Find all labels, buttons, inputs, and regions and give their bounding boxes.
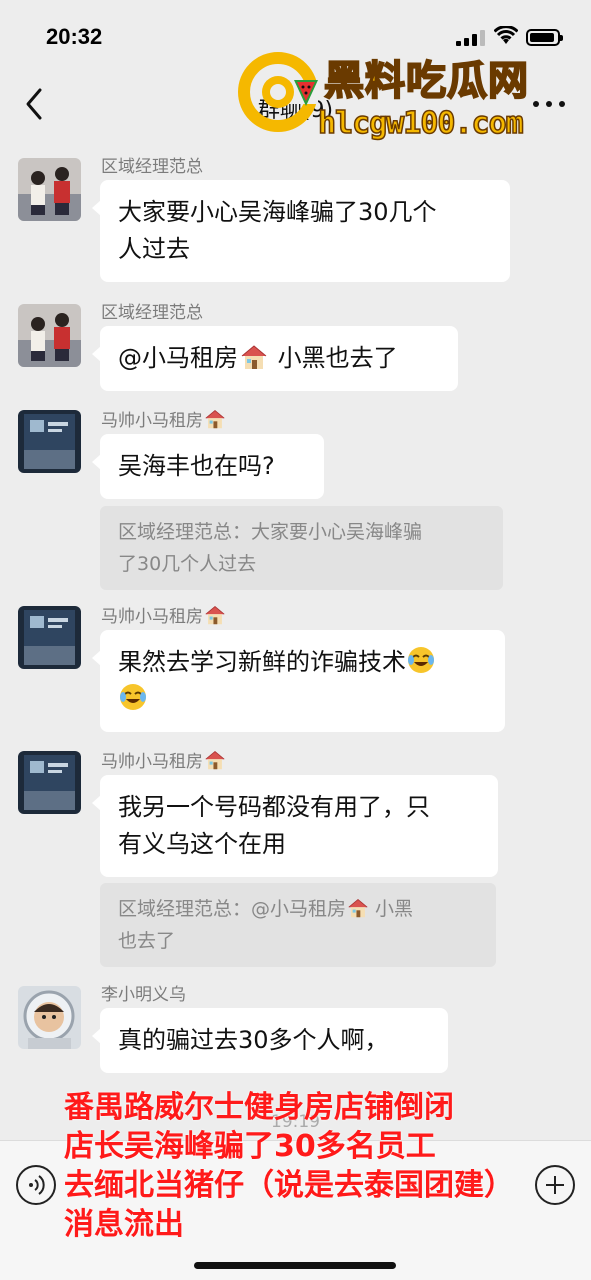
message-bubble[interactable]: 吴海丰也在吗? [92, 434, 324, 499]
quote-text-line: 也去了 [118, 930, 176, 952]
quote-text: 小黑 [369, 898, 414, 920]
sender-name: 马帅小马租房 [101, 406, 226, 431]
message-bubble[interactable]: 真的骗过去30多个人啊， [92, 1008, 448, 1073]
wifi-icon [493, 25, 519, 46]
quote-text-line: 了30几个人过去 [118, 553, 257, 575]
watermark-logo [236, 50, 320, 134]
quote-text-line: 区域经理范总：大家要小心吴海峰骗 [118, 521, 423, 543]
caption-line: 去缅北当猪仔（说是去泰国团建） [64, 1168, 514, 1203]
avatar[interactable] [18, 410, 81, 473]
message-text-line: 人过去 [118, 235, 190, 263]
quoted-message[interactable]: 区域经理范总：大家要小心吴海峰骗 了30几个人过去 [100, 506, 503, 590]
mention-text: @小马租房 [118, 344, 238, 372]
avatar[interactable] [18, 751, 81, 814]
message-text-line: 我另一个号码都没有用了，只 [118, 793, 430, 821]
quoted-message[interactable]: 区域经理范总：@小马租房 小黑 也去了 [100, 883, 496, 967]
sender-name: 区域经理范总 [101, 303, 203, 323]
quote-text: 区域经理范总：@小马租房 [118, 898, 347, 920]
avatar[interactable] [18, 986, 81, 1049]
crying-laughing-emoji [406, 645, 436, 675]
watermark-name: 黑料吃瓜网 [323, 57, 529, 105]
message-text: 真的骗过去30多个人啊， [118, 1026, 389, 1054]
caption-line: 店长吴海峰骗了30多名员工 [64, 1129, 436, 1164]
overlay-caption: 番禺路威尔士健身房店铺倒闭 店长吴海峰骗了30多名员工 去缅北当猪仔（说是去泰国… [64, 1088, 591, 1244]
battery-icon [526, 29, 563, 46]
message-bubble[interactable]: 大家要小心吴海峰骗了30几个 人过去 [92, 180, 510, 282]
sender-name: 马帅小马租房 [101, 602, 226, 627]
caption-line: 消息流出 [64, 1207, 184, 1242]
avatar[interactable] [18, 606, 81, 669]
avatar[interactable] [18, 158, 81, 221]
message-text: 果然去学习新鲜的诈骗技术 [118, 648, 406, 676]
crying-laughing-emoji [118, 682, 148, 712]
message-text: 吴海丰也在吗? [118, 452, 275, 480]
house-emoji [347, 896, 369, 918]
house-emoji [204, 750, 226, 770]
message-text: 小黑也去了 [270, 344, 398, 372]
sender-name: 区域经理范总 [101, 157, 203, 177]
caption-line: 番禺路威尔士健身房店铺倒闭 [64, 1090, 454, 1125]
watermark-url: hlcgw100.com [317, 105, 524, 142]
house-emoji [204, 605, 226, 625]
message-text-line: 大家要小心吴海峰骗了30几个 [118, 198, 437, 226]
site-watermark: 黑料吃瓜网 hlcgw100.com [236, 48, 591, 148]
house-emoji [240, 344, 268, 370]
message-bubble[interactable]: @小马租房 小黑也去了 [92, 326, 458, 391]
message-bubble[interactable]: 我另一个号码都没有用了，只 有义乌这个在用 [92, 775, 498, 877]
status-time: 20:32 [46, 24, 103, 49]
sender-name: 马帅小马租房 [101, 747, 226, 772]
message-text-line: 有义乌这个在用 [118, 830, 286, 858]
signal-icon [456, 30, 486, 46]
house-emoji [204, 409, 226, 429]
message-bubble[interactable]: 果然去学习新鲜的诈骗技术 [92, 630, 505, 732]
sender-name: 李小明义乌 [101, 985, 186, 1005]
voice-icon[interactable] [16, 1165, 56, 1205]
home-indicator [194, 1262, 396, 1269]
avatar[interactable] [18, 304, 81, 367]
